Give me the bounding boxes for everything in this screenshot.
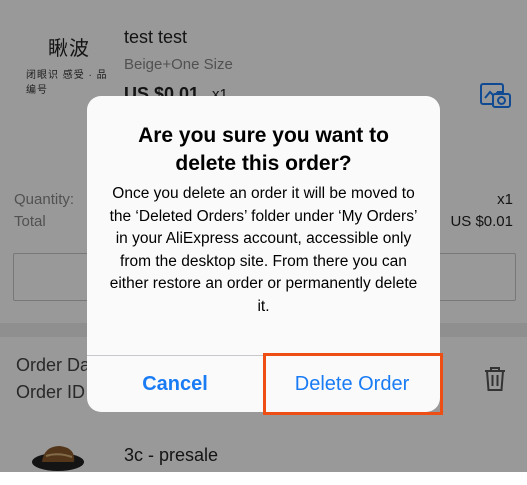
cancel-button[interactable]: Cancel xyxy=(87,356,263,412)
delete-button-highlight xyxy=(263,353,443,415)
dialog-message: Once you delete an order it will be move… xyxy=(109,185,418,315)
dialog-title: Are you sure you want to delete this ord… xyxy=(138,124,389,175)
